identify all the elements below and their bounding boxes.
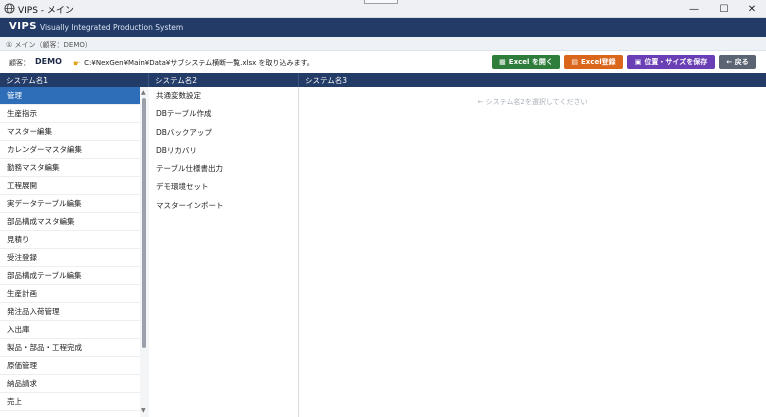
list-item[interactable]: 製品・部品・工程完成: [0, 339, 140, 357]
excel-register-button[interactable]: ▤ Excel登録: [564, 55, 623, 69]
upload-icon: ▤: [571, 58, 579, 66]
breadcrumb: ① メイン（顧客：DEMO）: [0, 37, 766, 51]
snap-grip[interactable]: [364, 0, 398, 4]
open-excel-button[interactable]: ▦ Excel を開く: [492, 55, 560, 69]
maximize-button[interactable]: ☐: [710, 1, 738, 17]
scroll-up-icon[interactable]: ▲: [141, 89, 146, 96]
scrollbar-thumb[interactable]: [142, 98, 146, 348]
system3-panel: ← システム名2を選択してください: [299, 87, 766, 417]
column-header-1: システム名1: [0, 73, 149, 87]
close-button[interactable]: ✕: [738, 1, 766, 17]
toolbar: 顧客： DEMO ☛ C:¥NexGen¥Main¥Data¥サブシステム横断一…: [0, 51, 766, 73]
select-hint: ← システム名2を選択してください: [477, 98, 588, 106]
list-item[interactable]: カレンダーマスタ編集: [0, 141, 140, 159]
list-item[interactable]: マスター編集: [0, 123, 140, 141]
list-item[interactable]: 見積り: [0, 231, 140, 249]
app-header: VIPS Visually Integrated Production Syst…: [0, 18, 766, 37]
list-item[interactable]: DBテーブル作成: [149, 105, 298, 123]
list-item[interactable]: 部品構成マスタ編集: [0, 213, 140, 231]
file-path-text: C:¥NexGen¥Main¥Data¥サブシステム横断一覧.xlsx を取り込…: [84, 59, 314, 67]
globe-icon: [4, 3, 15, 14]
save-icon: ▣: [634, 58, 642, 66]
list-item[interactable]: DBバックアップ: [149, 124, 298, 142]
app-subtitle: Visually Integrated Production System: [40, 23, 184, 32]
list-item[interactable]: 管理: [0, 87, 140, 105]
list-item[interactable]: 受注登録: [0, 249, 140, 267]
list-item[interactable]: 勤務マスタ編集: [0, 159, 140, 177]
pointing-hand-icon: ☛: [73, 58, 81, 68]
list-item[interactable]: DBリカバリ: [149, 142, 298, 160]
minimize-button[interactable]: —: [680, 1, 708, 17]
scroll-down-icon[interactable]: ▼: [141, 407, 146, 414]
column-header-3: システム名3: [299, 73, 766, 87]
list-item[interactable]: 生産指示: [0, 105, 140, 123]
window-titlebar: VIPS - メイン — ☐ ✕: [0, 0, 766, 18]
system1-scrollbar[interactable]: ▲ ▼: [140, 87, 149, 417]
app-brand: VIPS: [9, 21, 37, 32]
customer-value: DEMO: [35, 57, 62, 66]
list-item[interactable]: 納品請求: [0, 375, 140, 393]
list-item[interactable]: デモ環境セット: [149, 178, 298, 196]
list-item[interactable]: 発注品入荷管理: [0, 303, 140, 321]
list-item[interactable]: 実データテーブル編集: [0, 195, 140, 213]
window-title: VIPS - メイン: [18, 6, 74, 16]
customer-label: 顧客：: [9, 59, 30, 67]
list-item[interactable]: 工程展開: [0, 177, 140, 195]
excel-icon: ▦: [499, 58, 506, 66]
list-item[interactable]: テーブル仕様書出力: [149, 160, 298, 178]
column-header-2: システム名2: [149, 73, 299, 87]
list-item[interactable]: 生産計画: [0, 285, 140, 303]
system1-list: 管理 生産指示 マスター編集 カレンダーマスタ編集 勤務マスタ編集 工程展開 実…: [0, 87, 149, 417]
list-item[interactable]: 共通変数設定: [149, 87, 298, 105]
list-item[interactable]: マスターインポート: [149, 197, 298, 215]
list-item[interactable]: 部品構成テーブル編集: [0, 267, 140, 285]
list-item[interactable]: 入出庫: [0, 321, 140, 339]
save-position-button[interactable]: ▣ 位置・サイズを保存: [627, 55, 715, 69]
system2-list: 共通変数設定 DBテーブル作成 DBバックアップ DBリカバリ テーブル仕様書出…: [149, 87, 299, 417]
back-button[interactable]: ← 戻る: [719, 55, 756, 69]
list-item[interactable]: 売上: [0, 393, 140, 411]
list-item[interactable]: 原価管理: [0, 357, 140, 375]
file-info: ☛ C:¥NexGen¥Main¥Data¥サブシステム横断一覧.xlsx を取…: [73, 58, 314, 68]
